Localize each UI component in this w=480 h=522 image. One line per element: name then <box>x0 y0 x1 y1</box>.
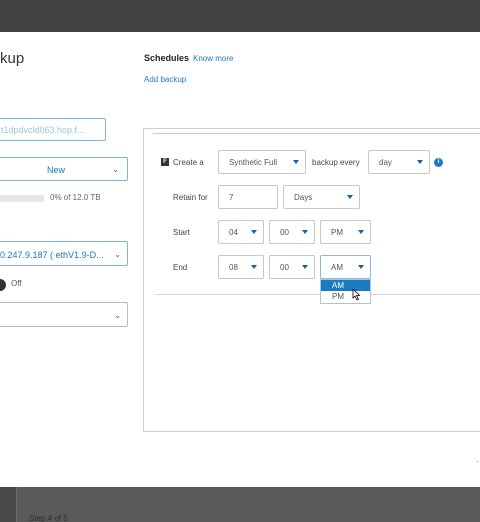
step-indicator: Step 4 of 5 <box>29 514 68 522</box>
start-hour-select[interactable]: 04 <box>218 220 264 244</box>
ampm-option-pm[interactable]: PM <box>321 291 370 302</box>
end-ampm-value: AM <box>331 263 343 272</box>
end-minute-value: 00 <box>280 263 289 272</box>
retain-input[interactable]: 7 <box>218 185 278 209</box>
caret-down-icon <box>358 230 364 234</box>
empty-select[interactable]: ⌄ <box>0 302 128 327</box>
end-ampm-select[interactable]: AM <box>320 255 371 279</box>
start-ampm-value: PM <box>331 228 343 237</box>
retain-unit-value: Days <box>294 193 313 202</box>
retain-unit-select[interactable]: Days <box>283 185 360 209</box>
backup-every-label: backup every <box>312 158 360 167</box>
dialog-title: kup <box>0 50 25 67</box>
panel-divider <box>155 294 480 295</box>
panel-top-border <box>153 133 480 134</box>
end-minute-select[interactable]: 00 <box>269 255 315 279</box>
caret-down-icon <box>302 230 308 234</box>
full-backup-badge-icon: F <box>161 158 169 166</box>
background-overlay-bottom: Step 4 of 5 <box>0 487 480 522</box>
retain-label: Retain for <box>173 193 208 202</box>
caret-down-icon <box>347 195 353 199</box>
background-overlay-top <box>0 0 480 32</box>
backup-type-value: Synthetic Full <box>229 158 278 167</box>
caret-down-icon <box>251 230 257 234</box>
toggle-switch[interactable] <box>0 279 6 291</box>
ampm-dropdown-list: AM PM <box>320 279 371 304</box>
caret-down-icon <box>293 160 299 164</box>
chevron-down-icon: ⌄ <box>114 250 121 259</box>
start-minute-value: 00 <box>280 228 289 237</box>
storage-usage-text: 0% of 12.0 TB <box>50 193 101 202</box>
network-select-value: 0.247.9.187 ( ethV1.9-D... <box>0 250 104 260</box>
ampm-option-am[interactable]: AM <box>321 280 370 291</box>
schedule-panel <box>143 128 480 432</box>
start-hour-value: 04 <box>229 228 238 237</box>
start-ampm-select[interactable]: PM <box>320 220 371 244</box>
end-hour-select[interactable]: 08 <box>218 255 264 279</box>
create-label: Create a <box>173 158 204 167</box>
end-label: End <box>173 263 188 272</box>
know-more-link[interactable]: Know more <box>193 54 233 63</box>
host-field[interactable]: t1dpdvcld063.hop.f... <box>0 118 106 141</box>
frequency-select[interactable]: day <box>368 150 430 174</box>
new-select-value: New <box>47 165 66 175</box>
chevron-down-icon: ⌄ <box>112 165 119 174</box>
frequency-value: day <box>379 158 392 167</box>
chevron-down-icon: ⌄ <box>114 311 121 320</box>
caret-down-icon <box>417 160 423 164</box>
start-label: Start <box>173 228 190 237</box>
caret-down-icon <box>358 265 364 269</box>
wizard-footer: Step 4 of 5 <box>16 487 480 522</box>
new-select[interactable]: New ⌄ <box>0 157 128 181</box>
toggle-label: Off <box>11 279 22 288</box>
network-select[interactable]: 0.247.9.187 ( ethV1.9-D... ⌄ <box>0 241 128 266</box>
caret-down-icon <box>251 265 257 269</box>
resize-handle: · <box>476 456 479 466</box>
info-icon[interactable]: i <box>434 158 443 167</box>
storage-progress-bar <box>0 195 44 202</box>
start-minute-select[interactable]: 00 <box>269 220 315 244</box>
backup-type-select[interactable]: Synthetic Full <box>218 150 306 174</box>
mouse-pointer-icon <box>352 289 361 301</box>
end-hour-value: 08 <box>229 263 238 272</box>
schedules-title: Schedules <box>144 53 190 63</box>
add-backup-link[interactable]: Add backup <box>144 75 186 84</box>
caret-down-icon <box>302 265 308 269</box>
